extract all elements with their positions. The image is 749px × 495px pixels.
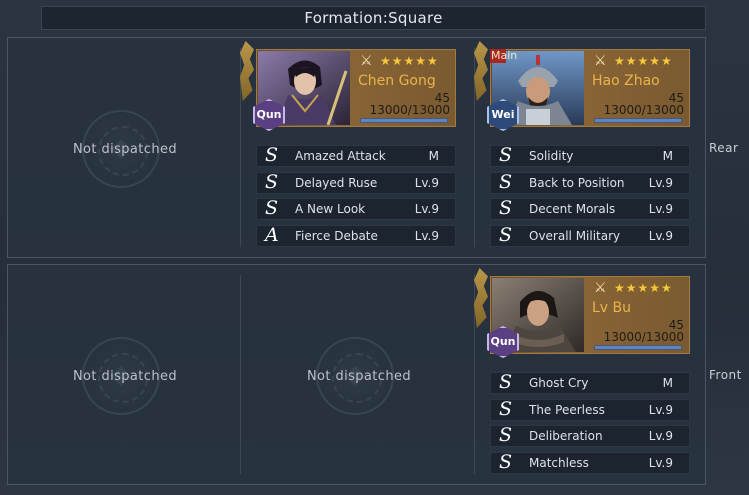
troop-bar (594, 345, 682, 350)
general-header[interactable]: Main Wei ⚔ ★★★★★ Hao Zhao 45 13000/13000 (474, 41, 694, 131)
skill-level: Lv.9 (648, 402, 673, 417)
skill-name: Ghost Cry (529, 376, 589, 390)
skill-level: Lv.9 (648, 175, 673, 190)
halberd-icon: ⚔ (594, 280, 607, 296)
not-dispatched-label: Not dispatched (306, 369, 412, 384)
rear-slot-1-empty[interactable]: Not dispatched (10, 48, 240, 248)
crossed-swords-icon: ⚔ (594, 53, 607, 69)
gold-wing-ornament-icon (474, 41, 488, 101)
skill-grade: S (265, 144, 279, 166)
skill-row[interactable]: S Decent Morals Lv.9 (490, 197, 690, 221)
skill-row[interactable]: S The Peerless Lv.9 (490, 397, 690, 421)
general-troops: 13000/13000 (603, 330, 684, 344)
rear-row-label: Rear (709, 141, 739, 155)
skill-grade: S (499, 450, 513, 473)
skill-name: Deliberation (529, 429, 603, 444)
skill-list: S Amazed Attack M S Delayed Ruse Lv.9 S … (256, 144, 456, 251)
general-name: Hao Zhao (592, 73, 660, 89)
skill-name: Delayed Ruse (295, 175, 378, 190)
front-row-panel: Not dispatched Not dispatched Qun ⚔ ★★★★… (7, 264, 706, 485)
star-rating: ★★★★★ (380, 54, 439, 68)
skill-row[interactable]: S A New Look Lv.9 (256, 197, 456, 221)
skill-row[interactable]: S Solidity M (490, 144, 690, 167)
skill-grade: S (499, 424, 513, 447)
skill-level: M (662, 149, 673, 163)
skill-name: Amazed Attack (295, 149, 386, 163)
gold-wing-ornament-icon (240, 41, 254, 101)
skill-grade: S (499, 144, 513, 166)
skill-list: S Solidity M S Back to Position Lv.9 S D… (490, 144, 690, 251)
skill-name: Overall Military (529, 228, 621, 243)
skill-level: Lv.9 (648, 228, 673, 243)
skill-grade: S (265, 197, 279, 220)
skill-row[interactable]: S Deliberation Lv.9 (490, 424, 690, 448)
star-rating: ★★★★★ (614, 54, 673, 68)
general-name: Lv Bu (592, 300, 632, 316)
troop-bar-fill (595, 119, 681, 122)
skill-level: M (428, 149, 439, 163)
skill-level: M (662, 376, 673, 390)
skill-row[interactable]: S Back to Position Lv.9 (490, 170, 690, 194)
front-slot-1-empty[interactable]: Not dispatched (10, 275, 240, 475)
general-name: Chen Gong (358, 73, 436, 89)
skill-name: Fierce Debate (295, 228, 378, 243)
skill-name: Solidity (529, 149, 574, 163)
general-troops: 13000/13000 (603, 103, 684, 117)
formation-title: Formation:Square (41, 6, 706, 30)
troop-bar (594, 118, 682, 123)
skill-row[interactable]: S Matchless Lv.9 (490, 450, 690, 474)
slot-divider (240, 275, 241, 474)
general-header[interactable]: Qun ⚔ ★★★★★ Chen Gong 45 13000/13000 (240, 41, 460, 131)
skill-level: Lv.9 (414, 202, 439, 217)
front-slot-2-empty[interactable]: Not dispatched (244, 275, 474, 475)
skill-name: The Peerless (529, 402, 605, 417)
star-rating: ★★★★★ (614, 281, 673, 295)
skill-grade: S (499, 397, 513, 420)
skill-grade: S (499, 197, 513, 220)
skill-grade: S (499, 223, 513, 246)
rear-row-panel: Not dispatched Qun ⚔ ★★★★★ Chen Gong 45 … (7, 37, 706, 258)
skill-level: Lv.9 (414, 228, 439, 243)
front-row-label: Front (709, 368, 742, 382)
troop-bar (360, 118, 448, 123)
skill-name: Back to Position (529, 175, 625, 190)
skill-name: Decent Morals (529, 202, 616, 217)
skill-level: Lv.9 (414, 175, 439, 190)
troop-bar-fill (595, 346, 681, 349)
skill-level: Lv.9 (648, 202, 673, 217)
general-header[interactable]: Qun ⚔ ★★★★★ Lv Bu 45 13000/13000 (474, 268, 694, 358)
skill-name: Matchless (529, 455, 589, 470)
not-dispatched-label: Not dispatched (72, 142, 178, 157)
skill-grade: S (499, 170, 513, 193)
general-troops: 13000/13000 (369, 103, 450, 117)
not-dispatched-label: Not dispatched (72, 369, 178, 384)
troop-bar-fill (361, 119, 447, 122)
skill-name: A New Look (295, 202, 366, 217)
skill-level: Lv.9 (648, 455, 673, 470)
skill-grade: S (265, 170, 279, 193)
skill-row[interactable]: S Ghost Cry M (490, 371, 690, 394)
skill-grade: A (265, 223, 279, 246)
fan-weapon-icon: ⚔ (360, 53, 373, 69)
skill-level: Lv.9 (648, 429, 673, 444)
skill-row[interactable]: S Delayed Ruse Lv.9 (256, 170, 456, 194)
skill-list: S Ghost Cry M S The Peerless Lv.9 S Deli… (490, 371, 690, 478)
skill-row[interactable]: A Fierce Debate Lv.9 (256, 223, 456, 247)
skill-grade: S (499, 371, 513, 393)
main-general-label: Main (491, 49, 518, 62)
gold-wing-ornament-icon (474, 268, 488, 328)
skill-row[interactable]: S Overall Military Lv.9 (490, 223, 690, 247)
skill-row[interactable]: S Amazed Attack M (256, 144, 456, 167)
